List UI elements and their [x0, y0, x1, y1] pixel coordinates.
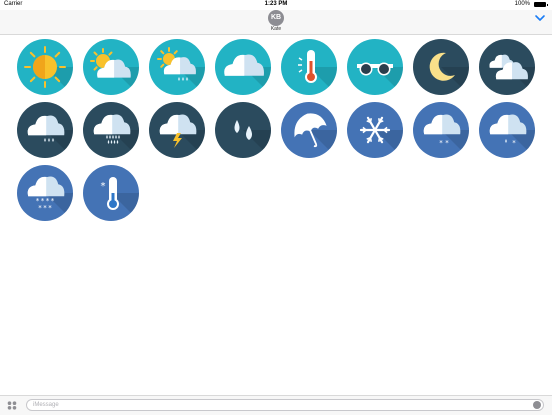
message-input[interactable]: iMessage: [26, 399, 544, 411]
thermometer-hot-sticker[interactable]: [281, 39, 337, 95]
sun-cloud-rain-icon: [157, 47, 205, 95]
thermometer-cold-sticker[interactable]: *: [83, 165, 139, 221]
cloud-rain-icon: [27, 115, 73, 158]
battery-icon: [534, 2, 548, 7]
snowflake-sticker[interactable]: [347, 102, 403, 158]
thermo-cold-icon: *: [101, 177, 139, 221]
sun-cloud-rain-sticker[interactable]: [149, 39, 205, 95]
drops-icon: [234, 120, 271, 158]
cloud-sleet-icon: *: [489, 114, 535, 158]
svg-text:*: *: [38, 204, 42, 212]
umbrella-icon: [294, 113, 337, 158]
sunglasses-icon: [357, 62, 403, 95]
cloud-snow-icon: * *: [423, 114, 469, 158]
message-input-bar: iMessage: [0, 395, 552, 415]
cloud-sticker[interactable]: [215, 39, 271, 95]
svg-text:*: *: [48, 204, 52, 212]
cloud-heavy-snow-icon: * * * ** * *: [27, 176, 73, 221]
cloud-rain-sticker[interactable]: [17, 102, 73, 158]
cloud-icon: [224, 54, 271, 95]
sun-cloud-icon: [90, 48, 139, 95]
umbrella-sticker[interactable]: [281, 102, 337, 158]
conversation-header: KB Kate: [0, 10, 552, 35]
cloud-heavy-rain-sticker[interactable]: [83, 102, 139, 158]
moon-icon: [429, 52, 469, 95]
cloud-heavy-rain-icon: [93, 114, 139, 158]
battery-percent: 100%: [514, 1, 530, 7]
svg-text:*: *: [101, 181, 106, 192]
microphone-icon[interactable]: [533, 401, 541, 409]
app-drawer-icon[interactable]: [7, 401, 17, 410]
svg-text:*: *: [43, 204, 47, 212]
svg-text:*: *: [445, 139, 449, 147]
cloud-snow-sticker[interactable]: * *: [413, 102, 469, 158]
chevron-down-icon[interactable]: [534, 13, 546, 23]
moon-sticker[interactable]: [413, 39, 469, 95]
cloud-lightning-icon: [159, 114, 205, 158]
partly-cloudy-sticker[interactable]: [83, 39, 139, 95]
status-bar: Carrier 1:23 PM 100%: [0, 0, 552, 10]
contact-name[interactable]: Kate: [0, 26, 552, 32]
snowflake-icon: [359, 116, 403, 158]
cloud-sleet-sticker[interactable]: *: [479, 102, 535, 158]
avatar[interactable]: KB: [268, 10, 284, 26]
status-time: 1:23 PM: [264, 1, 288, 7]
sun-sticker[interactable]: [17, 39, 73, 95]
message-placeholder: iMessage: [33, 402, 59, 408]
sunglasses-sticker[interactable]: [347, 39, 403, 95]
clouds-night-sticker[interactable]: [479, 39, 535, 95]
two-clouds-icon: [489, 54, 535, 95]
svg-text:*: *: [439, 139, 443, 147]
raindrops-sticker[interactable]: [215, 102, 271, 158]
thunderstorm-sticker[interactable]: [149, 102, 205, 158]
thermo-hot-icon: [298, 50, 337, 95]
svg-text:*: *: [512, 139, 516, 147]
sun-icon: [24, 46, 73, 95]
cloud-heavy-snow-sticker[interactable]: * * * * * * *: [17, 165, 73, 221]
